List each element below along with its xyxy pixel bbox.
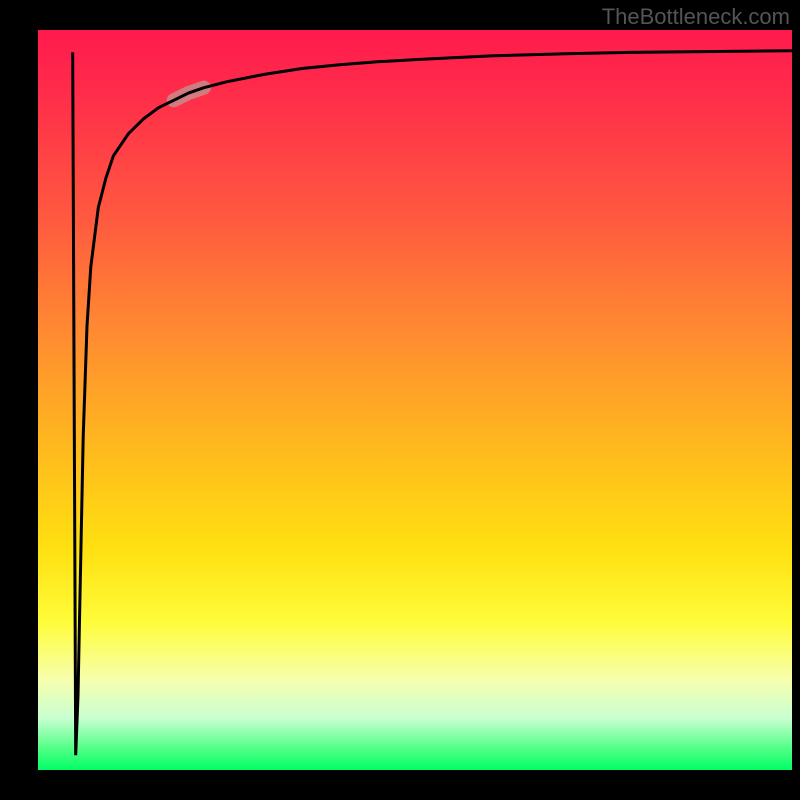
chart-svg xyxy=(38,30,792,770)
chart-plot-area xyxy=(38,30,792,770)
curve-line xyxy=(73,51,792,756)
watermark-text: TheBottleneck.com xyxy=(602,4,790,30)
